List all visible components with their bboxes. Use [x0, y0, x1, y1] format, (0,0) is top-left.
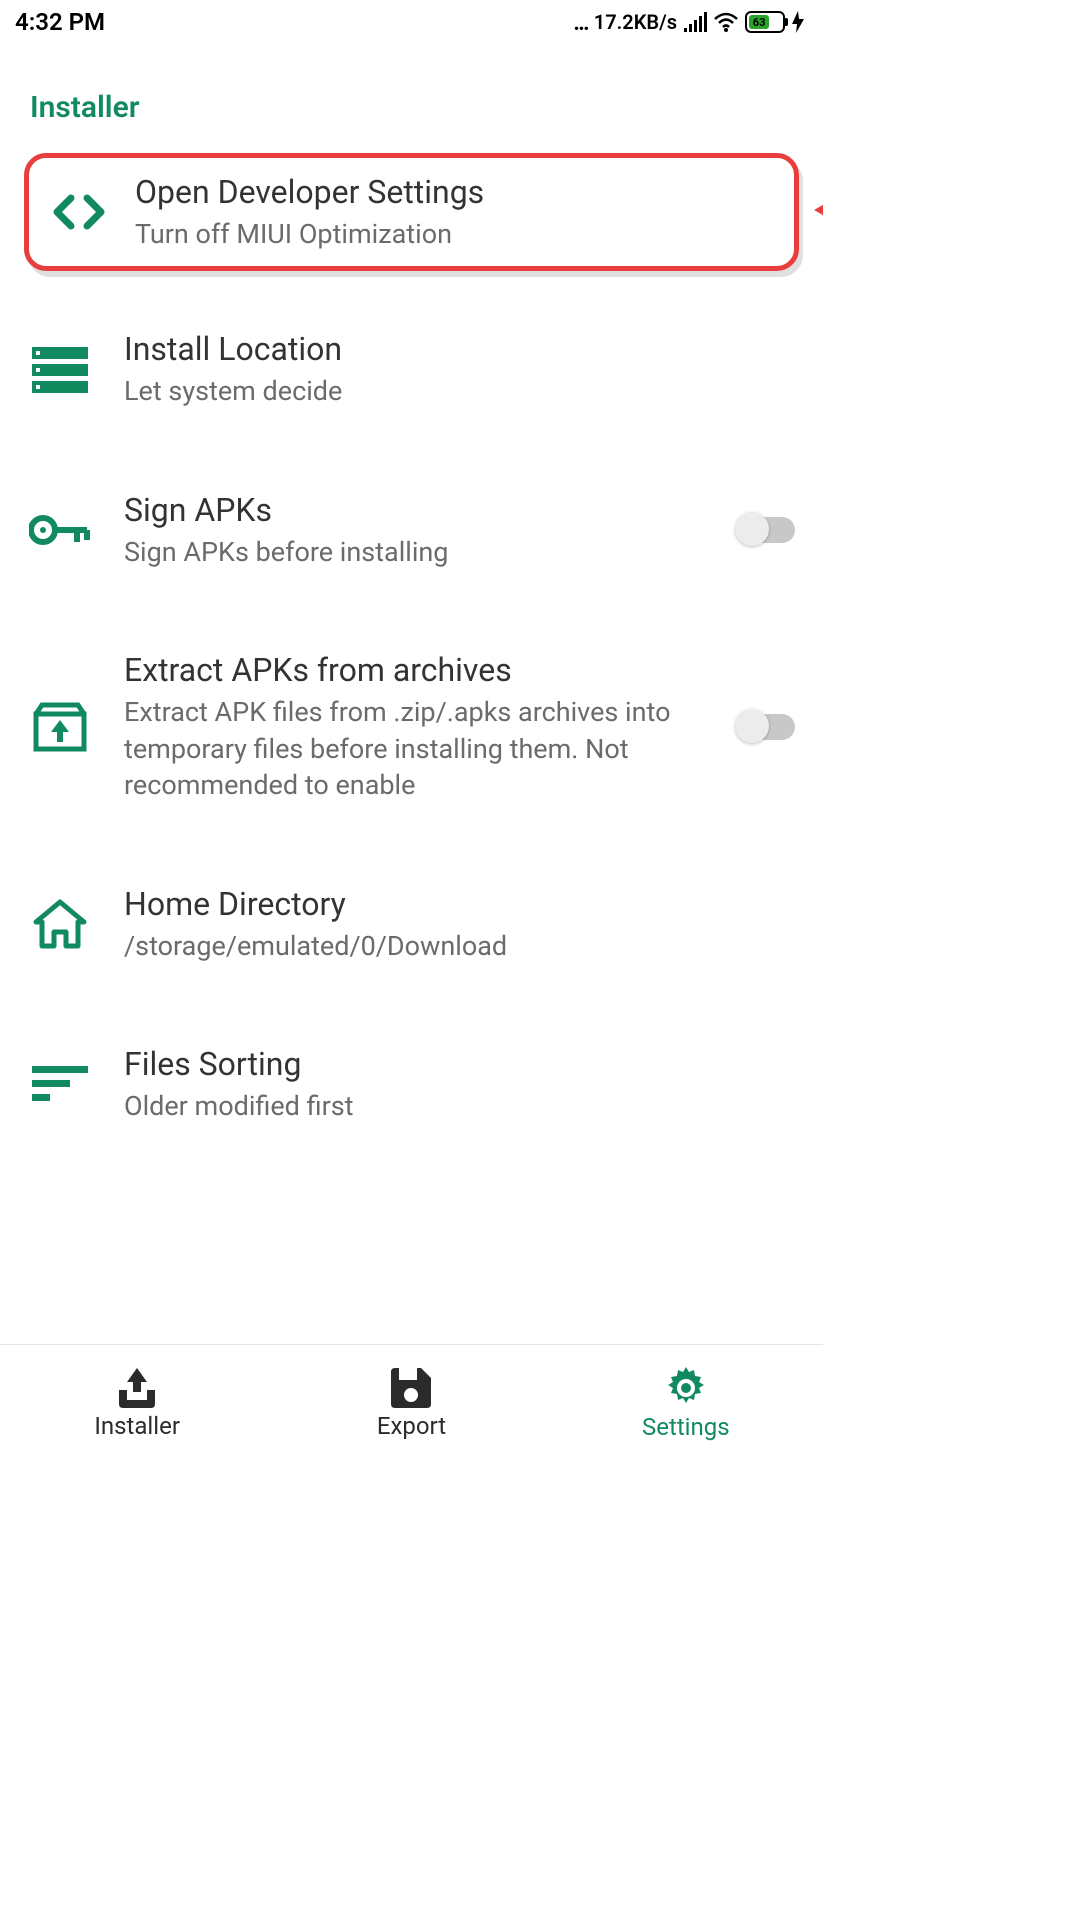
highlight-arrow-icon — [814, 180, 823, 244]
sort-icon — [28, 1052, 92, 1116]
item-subtitle: Sign APKs before installing — [124, 530, 705, 570]
item-subtitle: Let system decide — [124, 369, 799, 409]
settings-content: Installer Open Developer Settings Turn o… — [0, 40, 823, 1344]
installer-icon — [115, 1368, 159, 1408]
storage-icon — [28, 338, 92, 402]
save-icon — [391, 1368, 431, 1408]
nav-installer[interactable]: Installer — [0, 1345, 274, 1462]
item-open-developer-settings[interactable]: Open Developer Settings Turn off MIUI Op… — [24, 153, 799, 271]
item-title: Files Sorting — [124, 1044, 799, 1084]
code-brackets-icon — [47, 180, 111, 244]
item-subtitle: Extract APK files from .zip/.apks archiv… — [124, 690, 705, 803]
section-title-installer: Installer — [0, 90, 823, 153]
cellular-signal-icon — [683, 12, 707, 32]
item-subtitle: Turn off MIUI Optimization — [135, 212, 778, 252]
nav-label: Export — [377, 1412, 446, 1440]
item-title: Home Directory — [124, 884, 799, 924]
nav-settings[interactable]: Settings — [549, 1345, 823, 1462]
item-title: Open Developer Settings — [135, 172, 778, 212]
item-extract-apks[interactable]: Extract APKs from archives Extract APK f… — [0, 628, 823, 825]
toggle-sign-apks[interactable] — [737, 517, 795, 543]
item-title: Sign APKs — [124, 490, 705, 530]
item-home-directory[interactable]: Home Directory /storage/emulated/0/Downl… — [0, 862, 823, 986]
item-sign-apks[interactable]: Sign APKs Sign APKs before installing — [0, 468, 823, 592]
key-icon — [28, 498, 92, 562]
wifi-icon — [713, 12, 739, 32]
home-icon — [28, 892, 92, 956]
status-indicators: ... 17.2KB/s 63 — [573, 8, 805, 36]
status-time: 4:32 PM — [15, 8, 105, 36]
unarchive-icon — [28, 695, 92, 759]
item-subtitle: Older modified first — [124, 1084, 799, 1124]
item-title: Extract APKs from archives — [124, 650, 705, 690]
item-title: Install Location — [124, 329, 799, 369]
status-data-speed: 17.2KB/s — [594, 10, 677, 34]
battery-icon: 63 — [745, 11, 785, 33]
nav-export[interactable]: Export — [274, 1345, 548, 1462]
status-bar: 4:32 PM ... 17.2KB/s 63 — [0, 0, 823, 40]
toggle-extract-apks[interactable] — [737, 714, 795, 740]
nav-label: Settings — [642, 1413, 730, 1441]
item-subtitle: /storage/emulated/0/Download — [124, 924, 799, 964]
bottom-nav: Installer Export Settings — [0, 1344, 823, 1462]
item-install-location[interactable]: Install Location Let system decide — [0, 307, 823, 431]
gear-icon — [665, 1367, 707, 1409]
battery-level: 63 — [749, 15, 769, 29]
item-files-sorting[interactable]: Files Sorting Older modified first — [0, 1022, 823, 1146]
nav-label: Installer — [94, 1412, 180, 1440]
status-dots: ... — [573, 8, 587, 36]
charging-icon — [791, 11, 805, 33]
